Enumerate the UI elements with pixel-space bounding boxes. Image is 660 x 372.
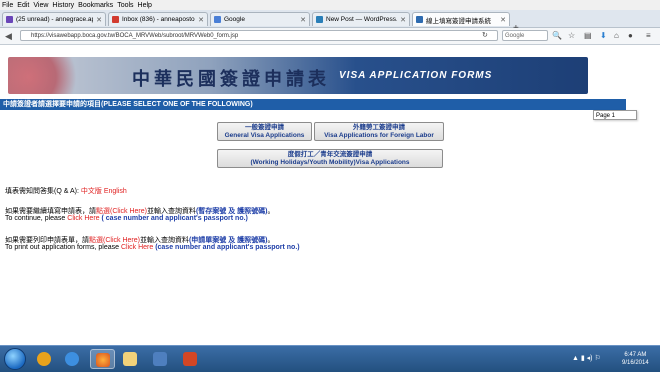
menu-file[interactable]: File <box>0 2 15 9</box>
gmail-icon <box>112 16 119 23</box>
internet-explorer-icon <box>65 352 79 366</box>
taskbar-app-folder[interactable] <box>118 349 143 369</box>
banner-title-en: VISA APPLICATION FORMS <box>339 70 493 81</box>
taskbar-app-explorer[interactable] <box>60 349 85 369</box>
tab-wordpress[interactable]: New Post — WordPress.com✕ <box>312 12 410 26</box>
qa-english-link[interactable]: English <box>104 188 127 195</box>
addon-icon[interactable]: ● <box>628 31 633 40</box>
tab-gmail[interactable]: Inbox (836) - anneaposto... ✕ <box>108 12 208 26</box>
start-button[interactable] <box>4 348 26 370</box>
continue-zh-link[interactable]: 點選(Click Here) <box>96 208 147 215</box>
powerpoint-icon <box>183 352 197 366</box>
bookmarks-icon[interactable]: ▤ <box>584 31 592 40</box>
reload-icon[interactable]: ↻ <box>482 31 488 39</box>
close-icon[interactable]: ✕ <box>400 16 406 24</box>
search-icon[interactable]: 🔍 <box>552 31 562 40</box>
section-title: 中請簽證者請選擇要申請的項目(PLEASE SELECT ONE OF THE … <box>0 99 626 110</box>
url-bar[interactable]: https://visawebapp.boca.gov.tw/BOCA_MRVW… <box>20 30 498 41</box>
tab-bar: (25 unread) - annegrace.ap... ✕ Inbox (83… <box>0 10 660 34</box>
menu-history[interactable]: History <box>50 2 76 9</box>
google-icon <box>214 16 221 23</box>
system-tray-icons[interactable]: ▲ ▮ ◂) ⚐ <box>572 354 601 362</box>
firefox-icon <box>96 353 110 367</box>
menu-tools[interactable]: Tools <box>115 2 135 9</box>
qa-line: 填表需知問答集(Q & A): 中文版 English <box>5 188 127 195</box>
print-en-link[interactable]: Click Here <box>121 244 153 251</box>
menu-edit[interactable]: Edit <box>15 2 31 9</box>
close-icon[interactable]: ✕ <box>198 16 204 24</box>
navigation-bar: ◀ https://visawebapp.boca.gov.tw/BOCA_MR… <box>0 28 660 45</box>
wordpress-icon <box>316 16 323 23</box>
system-clock[interactable]: 6:47 AM 9/16/2014 <box>622 351 649 367</box>
print-zh-link[interactable]: 點選(Click Here) <box>89 237 140 244</box>
continue-en-line: To continue, please Click Here ( case nu… <box>5 215 248 222</box>
folder-icon <box>123 352 137 366</box>
media-icon <box>153 352 167 366</box>
download-icon[interactable]: ⬇ <box>600 31 607 40</box>
photos-icon <box>37 352 51 366</box>
banner-title-zh: 中華民國簽證申請表 <box>132 69 330 90</box>
header-banner: 中華民國簽證申請表 VISA APPLICATION FORMS <box>8 57 588 94</box>
close-icon[interactable]: ✕ <box>500 16 506 24</box>
continue-en-link[interactable]: Click Here <box>67 215 99 222</box>
menu-help[interactable]: Help <box>136 2 154 9</box>
page-tooltip: Page 1 <box>593 110 637 120</box>
taskbar: ▲ ▮ ◂) ⚐ 6:47 AM 9/16/2014 <box>0 345 660 372</box>
site-icon <box>416 16 423 23</box>
flag-decoration <box>8 57 92 94</box>
qa-chinese-link[interactable]: 中文版 <box>81 188 102 195</box>
star-icon[interactable]: ☆ <box>568 31 575 40</box>
taskbar-app-powerpoint[interactable] <box>178 349 203 369</box>
menu-bookmarks[interactable]: Bookmarks <box>76 2 115 9</box>
search-input[interactable]: Google <box>502 30 548 41</box>
menu-icon[interactable]: ≡ <box>646 31 651 40</box>
mail-icon <box>6 16 13 23</box>
url-text: https://visawebapp.boca.gov.tw/BOCA_MRVW… <box>31 33 239 39</box>
tab-yahoo-mail[interactable]: (25 unread) - annegrace.ap... ✕ <box>2 12 106 26</box>
tab-visa-form[interactable]: 線上填寫簽證申請系統 ✕ <box>412 12 510 26</box>
home-icon[interactable]: ⌂ <box>614 31 619 40</box>
general-visa-button[interactable]: 一般簽證申請 General Visa Applications <box>217 122 312 141</box>
menu-view[interactable]: View <box>31 2 50 9</box>
working-holiday-visa-button[interactable]: 度假打工／青年交流簽證申請 (Working Holidays/Youth Mo… <box>217 149 443 168</box>
close-icon[interactable]: ✕ <box>96 16 102 24</box>
back-icon[interactable]: ◀ <box>5 31 12 42</box>
taskbar-app-ie[interactable] <box>32 349 57 369</box>
menu-bar: File Edit View History Bookmarks Tools H… <box>0 0 660 10</box>
taskbar-app-media[interactable] <box>148 349 173 369</box>
taskbar-app-firefox[interactable] <box>90 349 115 369</box>
close-icon[interactable]: ✕ <box>300 16 306 24</box>
foreign-labor-visa-button[interactable]: 外籍勞工簽證申請 Visa Applications for Foreign L… <box>314 122 444 141</box>
tab-google[interactable]: Google ✕ <box>210 12 310 26</box>
print-en-line: To print out application forms, please C… <box>5 244 300 251</box>
